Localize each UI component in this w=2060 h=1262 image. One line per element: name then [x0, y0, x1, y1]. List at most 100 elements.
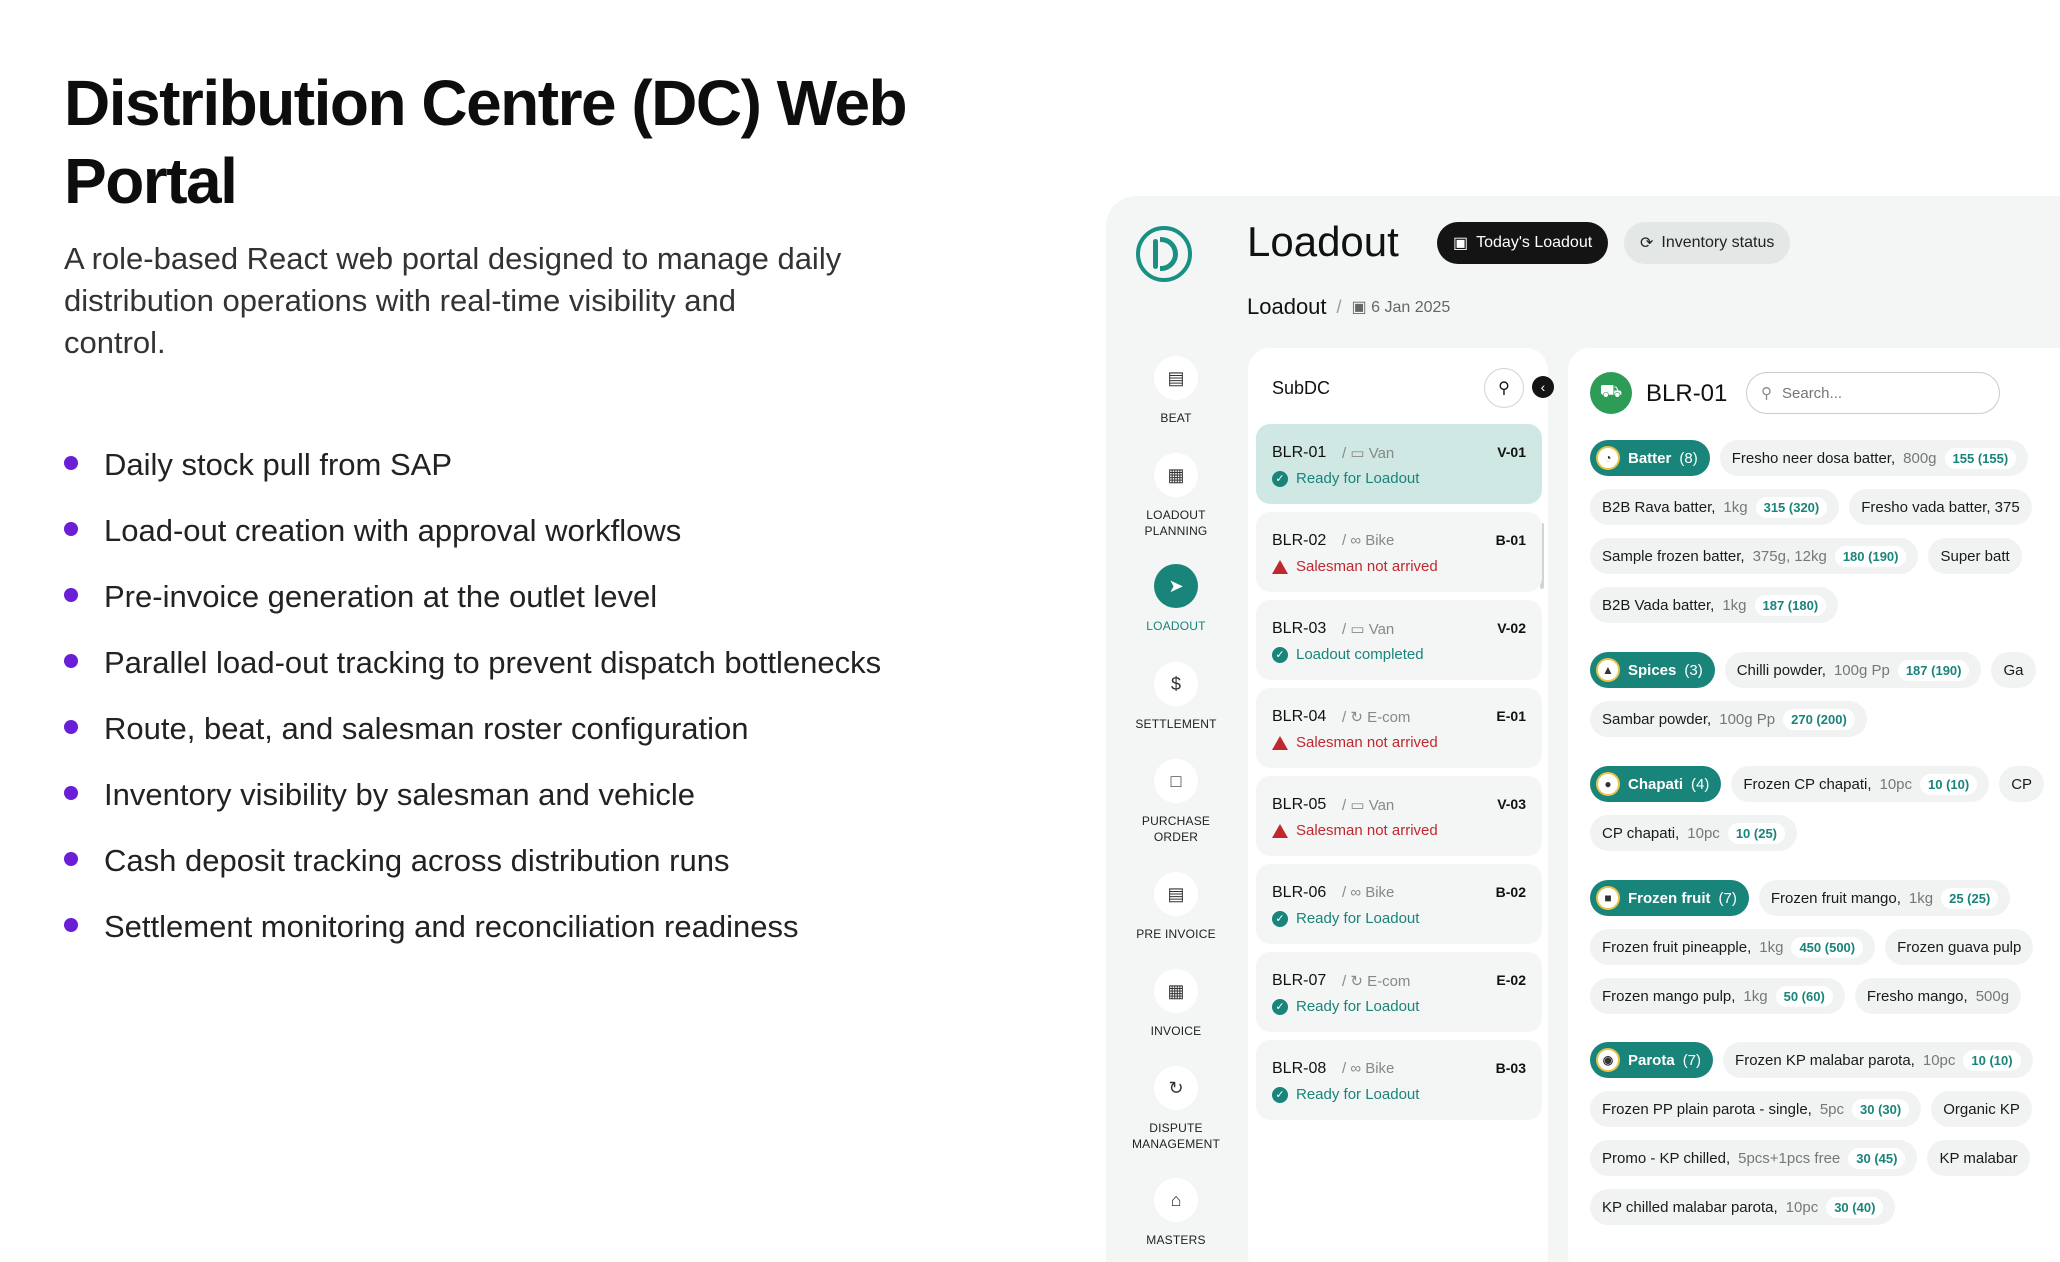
warning-icon [1272, 823, 1288, 838]
subdc-title: SubDC [1272, 378, 1331, 398]
vehicle-type: / ↻ E-com [1342, 972, 1410, 990]
search-input[interactable] [1782, 384, 1962, 402]
sidebar-item-loadout[interactable]: ➤ LOADOUT [1106, 564, 1246, 634]
app-window: ▤ BEAT ▦ LOADOUT PLANNING ➤ LOADOUT $ SE… [1106, 196, 2060, 1262]
bag-icon: □ [1154, 759, 1198, 803]
sku-chip[interactable]: Fresho neer dosa batter, 800g 155 (155) [1719, 440, 2029, 476]
category-chip-parota[interactable]: ◉ Parota (7) [1590, 1042, 1714, 1078]
bullet-icon [64, 852, 78, 866]
vehicle-type-label: Van [1368, 797, 1395, 814]
search-icon[interactable]: ⚲ [1484, 368, 1524, 408]
sidebar-item-masters[interactable]: ⌂ MASTERS [1106, 1178, 1246, 1248]
sku-chip[interactable]: KP chilled malabar parota, 10pc 30 (40) [1590, 1189, 1896, 1225]
logo-icon[interactable] [1136, 226, 1192, 282]
sku-name: Chilli powder, [1736, 661, 1826, 679]
sku-size: 10pc [1879, 775, 1913, 793]
sku-name: Frozen KP malabar parota, [1735, 1051, 1915, 1069]
sku-chip[interactable]: Promo - KP chilled, 5pcs+1pcs free 30 (45) [1590, 1140, 1918, 1176]
feature-item: Settlement monitoring and reconciliation… [64, 906, 881, 972]
sku-chip[interactable]: B2B Vada batter, 1kg 187 (180) [1590, 587, 1839, 623]
sku-row: ◔ Batter (8) Fresho neer dosa batter, 800g 1… [1590, 440, 2029, 476]
slide: Distribution Centre (DC) Web Portal A ro… [0, 0, 2060, 1262]
feature-text: Cash deposit tracking across distributio… [104, 843, 730, 878]
vehicle-card[interactable]: BLR-04 / ↻ E-com E-01 Salesman not arriv… [1256, 688, 1542, 768]
sidebar-item-purchase-order[interactable]: □ PURCHASE ORDER [1106, 759, 1246, 845]
sku-row: Frozen PP plain parota - single, 5pc 30 (3… [1590, 1091, 2032, 1127]
vehicle-detail-title: BLR-01 [1646, 380, 1728, 407]
sku-chip[interactable]: Frozen fruit pineapple, 1kg 450 (500) [1590, 929, 1876, 965]
sku-chip[interactable]: Fresho vada batter, 375 [1849, 489, 2032, 525]
sku-size: 1kg [1759, 938, 1784, 956]
sku-chip[interactable]: Super batt [1928, 538, 2022, 574]
sku-chip[interactable]: Frozen mango pulp, 1kg 50 (60) [1590, 978, 1845, 1014]
tab-todays-loadout[interactable]: ▣ Today's Loadout [1437, 222, 1609, 264]
ecom-icon: / ↻ [1342, 709, 1368, 726]
category-chip-spices[interactable]: ▲ Spices (3) [1590, 652, 1715, 688]
sidebar-item-dispute-management[interactable]: ↻ DISPUTE MANAGEMENT [1106, 1066, 1246, 1152]
vehicle-card[interactable]: BLR-01 / ▭ Van V-01 ✓ Ready for Loadout [1256, 424, 1542, 504]
feature-item: Cash deposit tracking across distributio… [64, 840, 881, 906]
receipt-icon: ▤ [1154, 872, 1198, 916]
category-chip-chapati[interactable]: ● Chapati (4) [1590, 766, 1722, 802]
sku-chip[interactable]: Frozen KP malabar parota, 10pc 10 (10) [1723, 1042, 2033, 1078]
feature-item: Parallel load-out tracking to prevent di… [64, 642, 881, 708]
category-name: Batter [1628, 449, 1672, 467]
bike-icon: / ∞ [1342, 1060, 1366, 1077]
sku-chip[interactable]: Frozen fruit mango, 1kg 25 (25) [1758, 880, 2011, 916]
sidebar-item-pre-invoice[interactable]: ▤ PRE INVOICE [1106, 872, 1246, 942]
sidebar-item-invoice[interactable]: ▦ INVOICE [1106, 969, 1246, 1039]
category-name: Parota [1628, 1051, 1675, 1069]
status-text: Salesman not arrived [1296, 734, 1438, 751]
sidebar-item-loadout-planning[interactable]: ▦ LOADOUT PLANNING [1106, 453, 1246, 539]
sku-chip[interactable]: Frozen PP plain parota - single, 5pc 30 (3… [1590, 1091, 1922, 1127]
sidebar-item-beat[interactable]: ▤ BEAT [1106, 356, 1246, 426]
category-name: Chapati [1628, 775, 1684, 793]
vehicle-type-label: E-com [1367, 973, 1411, 990]
status-text: Ready for Loadout [1296, 1086, 1420, 1103]
sku-chip[interactable]: Organic KP [1931, 1091, 2032, 1127]
vehicle-code: BLR-04 [1272, 708, 1327, 725]
vehicle-card[interactable]: BLR-07 / ↻ E-com E-02 ✓ Ready for Loadout [1256, 952, 1542, 1032]
clipboard-icon: ▤ [1154, 356, 1198, 400]
tab-inventory-status[interactable]: ⟳ Inventory status [1624, 222, 1791, 264]
bullet-icon [64, 786, 78, 800]
vehicle-card[interactable]: BLR-05 / ▭ Van V-03 Salesman not arrived [1256, 776, 1542, 856]
sku-name: CP [2011, 775, 2033, 793]
sku-name: Frozen fruit pineapple, [1602, 938, 1752, 956]
feature-item: Route, beat, and salesman roster configu… [64, 708, 881, 774]
sku-chip[interactable]: B2B Rava batter, 1kg 315 (320) [1590, 489, 1840, 525]
vehicle-status: ✓ Ready for Loadout [1272, 998, 1419, 1015]
sku-chip[interactable]: Chilli powder, 100g Pp 187 (190) [1724, 652, 1982, 688]
category-chip-frozen-fruit[interactable]: ■ Frozen fruit (7) [1590, 880, 1749, 916]
breadcrumb-date: ▣ 6 Jan 2025 [1352, 297, 1451, 317]
vehicle-detail-panel: ⛟ BLR-01 ⚲ ◔ Batter (8) Fresho neer dosa b… [1568, 348, 2060, 1262]
breadcrumb-root[interactable]: Loadout [1247, 294, 1327, 320]
sku-chip[interactable]: Sample frozen batter, 375g, 12kg 180 (190) [1590, 538, 1919, 574]
collapse-icon[interactable]: ‹ [1532, 376, 1554, 398]
sku-qty: 50 (60) [1775, 985, 1833, 1007]
sku-chip[interactable]: Frozen CP chapati, 10pc 10 (10) [1731, 766, 1990, 802]
sidebar-item-label: BEAT [1160, 411, 1192, 425]
category-chip-batter[interactable]: ◔ Batter (8) [1590, 440, 1710, 476]
vehicle-card[interactable]: BLR-03 / ▭ Van V-02 ✓ Loadout completed [1256, 600, 1542, 680]
sku-search[interactable]: ⚲ [1746, 372, 2000, 414]
warning-icon [1272, 559, 1288, 574]
status-text: Loadout completed [1296, 646, 1424, 663]
sidebar-item-settlement[interactable]: $ SETTLEMENT [1106, 662, 1246, 732]
sku-chip[interactable]: CP chapati, 10pc 10 (25) [1590, 815, 1798, 851]
planning-icon: ▦ [1154, 453, 1198, 497]
sku-chip[interactable]: CP [1999, 766, 2045, 802]
sku-qty: 30 (30) [1852, 1098, 1910, 1120]
sku-chip[interactable]: Sambar powder, 100g Pp 270 (200) [1590, 701, 1867, 737]
sku-chip[interactable]: Frozen guava pulp [1885, 929, 2034, 965]
vehicle-card[interactable]: BLR-08 / ∞ Bike B-03 ✓ Ready for Loadout [1256, 1040, 1542, 1120]
sku-name: Frozen CP chapati, [1743, 775, 1872, 793]
sku-size: 1kg [1908, 889, 1934, 907]
sku-chip[interactable]: KP malabar [1927, 1140, 2030, 1176]
sku-chip[interactable]: Fresho mango, 500g [1854, 978, 2022, 1014]
sku-size: 500g [1975, 987, 2010, 1005]
vehicle-card[interactable]: BLR-06 / ∞ Bike B-02 ✓ Ready for Loadout [1256, 864, 1542, 944]
sku-size: 1kg [1723, 498, 1748, 516]
vehicle-card[interactable]: BLR-02 / ∞ Bike B-01 Salesman not arrive… [1256, 512, 1542, 592]
sku-chip[interactable]: Ga [1991, 652, 2036, 688]
